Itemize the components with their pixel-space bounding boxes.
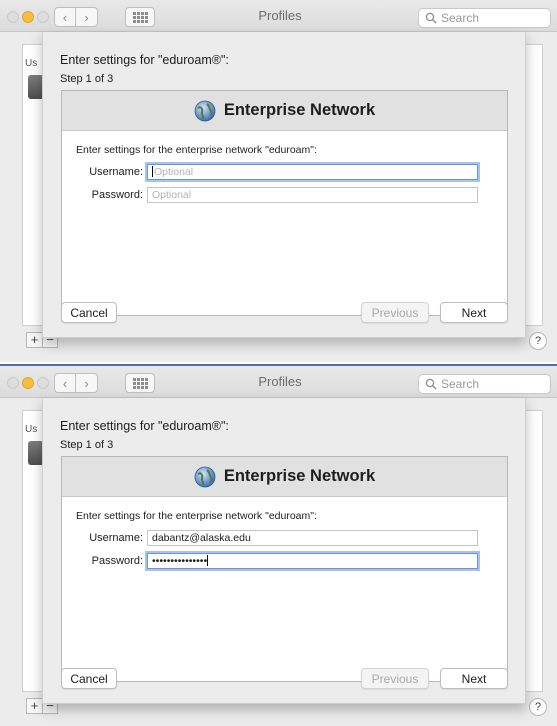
chevron-left-icon: ‹ bbox=[62, 375, 68, 391]
password-placeholder: Optional bbox=[152, 189, 192, 201]
profiles-list-header: Us bbox=[25, 58, 38, 69]
username-label: Username: bbox=[89, 166, 143, 178]
enterprise-settings-box: Enterprise Network Enter settings for th… bbox=[61, 456, 508, 682]
username-label: Username: bbox=[89, 532, 143, 544]
sheet-title: Enter settings for "eduroam®": bbox=[60, 53, 229, 67]
minimize-window-button[interactable] bbox=[22, 11, 34, 23]
enterprise-settings-box: Enterprise Network Enter settings for th… bbox=[61, 90, 508, 316]
search-field[interactable]: Search bbox=[418, 8, 551, 28]
close-window-button[interactable] bbox=[7, 377, 19, 389]
username-value: dabantz@alaska.edu bbox=[152, 532, 251, 544]
search-icon bbox=[425, 378, 437, 390]
window-toolbar: ‹ › Profiles Search bbox=[0, 366, 557, 398]
zoom-window-button[interactable] bbox=[37, 377, 49, 389]
globe-icon bbox=[194, 100, 216, 121]
password-label: Password: bbox=[91, 555, 143, 567]
cancel-button[interactable]: Cancel bbox=[61, 668, 117, 689]
enterprise-header: Enterprise Network bbox=[62, 457, 507, 497]
window-title: Profiles bbox=[258, 8, 302, 23]
window-title: Profiles bbox=[258, 374, 302, 389]
grid-icon bbox=[132, 377, 148, 389]
show-all-button[interactable] bbox=[125, 373, 155, 393]
sheet-title: Enter settings for "eduroam®": bbox=[60, 419, 229, 433]
help-button[interactable]: ? bbox=[529, 332, 547, 350]
window-toolbar: ‹ › Profiles Search bbox=[0, 0, 557, 32]
previous-button[interactable]: Previous bbox=[361, 668, 429, 689]
profile-details-area bbox=[523, 410, 543, 692]
close-window-button[interactable] bbox=[7, 11, 19, 23]
search-field[interactable]: Search bbox=[418, 374, 551, 394]
chevron-left-icon: ‹ bbox=[62, 9, 68, 25]
zoom-window-button[interactable] bbox=[37, 11, 49, 23]
password-field[interactable]: Optional bbox=[147, 187, 478, 203]
profile-details-area bbox=[523, 44, 543, 326]
show-all-button[interactable] bbox=[125, 7, 155, 27]
password-field[interactable]: ••••••••••••••• bbox=[147, 553, 478, 569]
step-indicator: Step 1 of 3 bbox=[60, 73, 114, 85]
profiles-window-step1-filled: ‹ › Profiles Search Us + − ? Enter setti… bbox=[0, 364, 557, 726]
text-caret bbox=[207, 555, 209, 566]
back-button[interactable]: ‹ bbox=[54, 7, 76, 27]
next-button[interactable]: Next bbox=[440, 668, 508, 689]
settings-sheet: Enter settings for "eduroam®": Step 1 of… bbox=[42, 398, 526, 704]
settings-prompt: Enter settings for the enterprise networ… bbox=[76, 144, 317, 156]
profiles-list-header: Us bbox=[25, 424, 38, 435]
forward-button[interactable]: › bbox=[76, 7, 98, 27]
chevron-right-icon: › bbox=[84, 9, 89, 25]
settings-prompt: Enter settings for the enterprise networ… bbox=[76, 510, 317, 522]
previous-button[interactable]: Previous bbox=[361, 302, 429, 323]
add-profile-button[interactable]: + bbox=[27, 333, 42, 347]
back-button[interactable]: ‹ bbox=[54, 373, 76, 393]
settings-sheet: Enter settings for "eduroam®": Step 1 of… bbox=[42, 32, 526, 338]
minimize-window-button[interactable] bbox=[22, 377, 34, 389]
search-placeholder: Search bbox=[441, 11, 480, 25]
help-button[interactable]: ? bbox=[529, 698, 547, 716]
globe-icon bbox=[194, 466, 216, 487]
cancel-button[interactable]: Cancel bbox=[61, 302, 117, 323]
enterprise-header-title: Enterprise Network bbox=[223, 101, 376, 119]
username-field[interactable]: Optional bbox=[147, 164, 478, 180]
enterprise-header-title: Enterprise Network bbox=[223, 467, 376, 485]
next-button[interactable]: Next bbox=[440, 302, 508, 323]
step-indicator: Step 1 of 3 bbox=[60, 439, 114, 451]
add-profile-button[interactable]: + bbox=[27, 699, 42, 713]
username-field[interactable]: dabantz@alaska.edu bbox=[147, 530, 478, 546]
forward-button[interactable]: › bbox=[76, 373, 98, 393]
password-label: Password: bbox=[91, 189, 143, 201]
search-icon bbox=[425, 12, 437, 24]
chevron-right-icon: › bbox=[84, 375, 89, 391]
password-value: ••••••••••••••• bbox=[152, 555, 208, 567]
profiles-window-step1: ‹ › Profiles Search Us + − ? Enter setti… bbox=[0, 0, 557, 362]
enterprise-header: Enterprise Network bbox=[62, 91, 507, 131]
search-placeholder: Search bbox=[441, 377, 480, 391]
grid-icon bbox=[132, 11, 148, 23]
text-caret bbox=[152, 166, 153, 177]
username-placeholder: Optional bbox=[154, 166, 194, 178]
